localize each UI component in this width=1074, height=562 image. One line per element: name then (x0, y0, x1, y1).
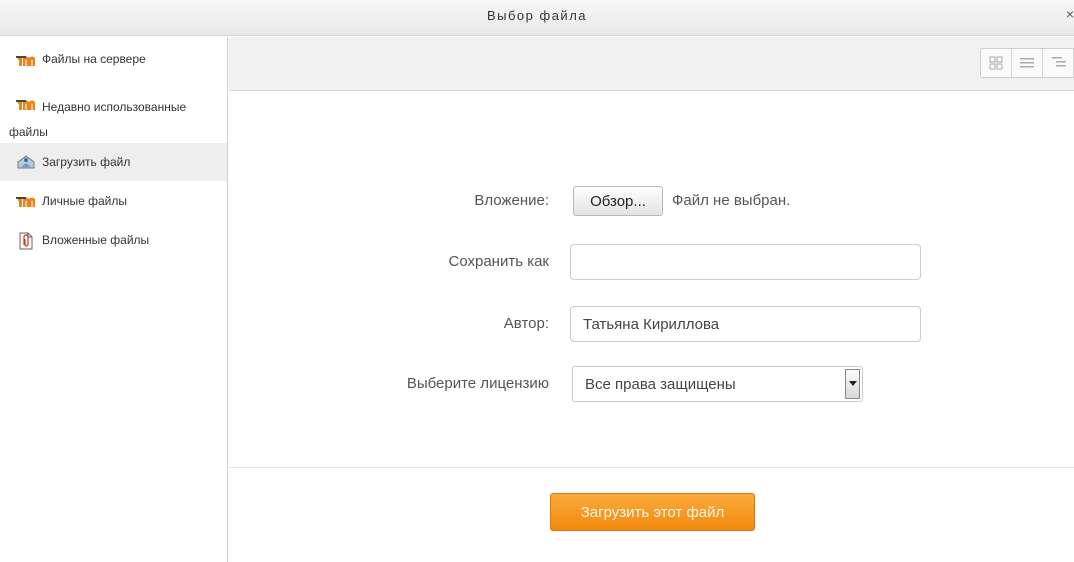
sidebar-item-label: Вложенные файлы (42, 233, 150, 247)
grid-view-icon[interactable] (981, 49, 1012, 77)
license-selected-value: Все права защищены (585, 376, 736, 393)
sidebar-item-label: Недавно использованные файлы (9, 100, 187, 139)
sidebar-item-recent-files[interactable]: Недавно использованные файлы (0, 81, 227, 143)
upload-icon (16, 154, 36, 170)
attachment-label: Вложение: (474, 192, 549, 209)
sidebar-item-label: Загрузить файл (42, 155, 131, 169)
sidebar-item-private-files[interactable]: Личные файлы (0, 181, 227, 221)
license-label: Выберите лицензию (406, 375, 549, 392)
author-input[interactable] (570, 306, 921, 342)
dialog-titlebar: Выбор файла × (0, 0, 1074, 36)
tree-view-icon[interactable] (1043, 49, 1074, 77)
sidebar-item-attached-files[interactable]: Вложенные файлы (0, 221, 227, 261)
view-switcher (980, 48, 1074, 78)
license-select[interactable]: Все права защищены (572, 366, 863, 402)
upload-file-button[interactable]: Загрузить этот файл (550, 493, 755, 531)
dialog-title: Выбор файла (486, 8, 588, 23)
filepicker-toolbar (229, 37, 1074, 91)
sidebar-item-server-files[interactable]: Файлы на сервере (0, 37, 227, 81)
sidebar-item-upload-file[interactable]: Загрузить файл (0, 143, 227, 181)
attachment-icon (18, 232, 38, 250)
chevron-down-icon[interactable] (845, 369, 860, 399)
moodle-icon (16, 53, 36, 69)
license-row: Выберите лицензию Все права защищены (229, 366, 1074, 402)
save-as-input[interactable] (570, 244, 921, 280)
no-file-selected-text: Файл не выбран. (672, 192, 791, 209)
sidebar-item-label: Личные файлы (42, 194, 127, 208)
repository-sidebar: Файлы на сервере Недавно использованные … (0, 37, 228, 562)
attachment-row: Вложение: Обзор... Файл не выбран. (229, 183, 1074, 219)
save-as-label: Сохранить как (448, 253, 549, 270)
author-label: Автор: (503, 315, 549, 332)
moodle-icon (16, 194, 36, 210)
author-row: Автор: (229, 306, 1074, 342)
save-as-row: Сохранить как (229, 244, 1074, 280)
list-view-icon[interactable] (1012, 49, 1043, 77)
browse-button[interactable]: Обзор... (573, 186, 663, 216)
form-divider (229, 467, 1074, 468)
sidebar-item-label: Файлы на сервере (42, 52, 146, 66)
close-icon[interactable]: × (1058, 6, 1074, 24)
